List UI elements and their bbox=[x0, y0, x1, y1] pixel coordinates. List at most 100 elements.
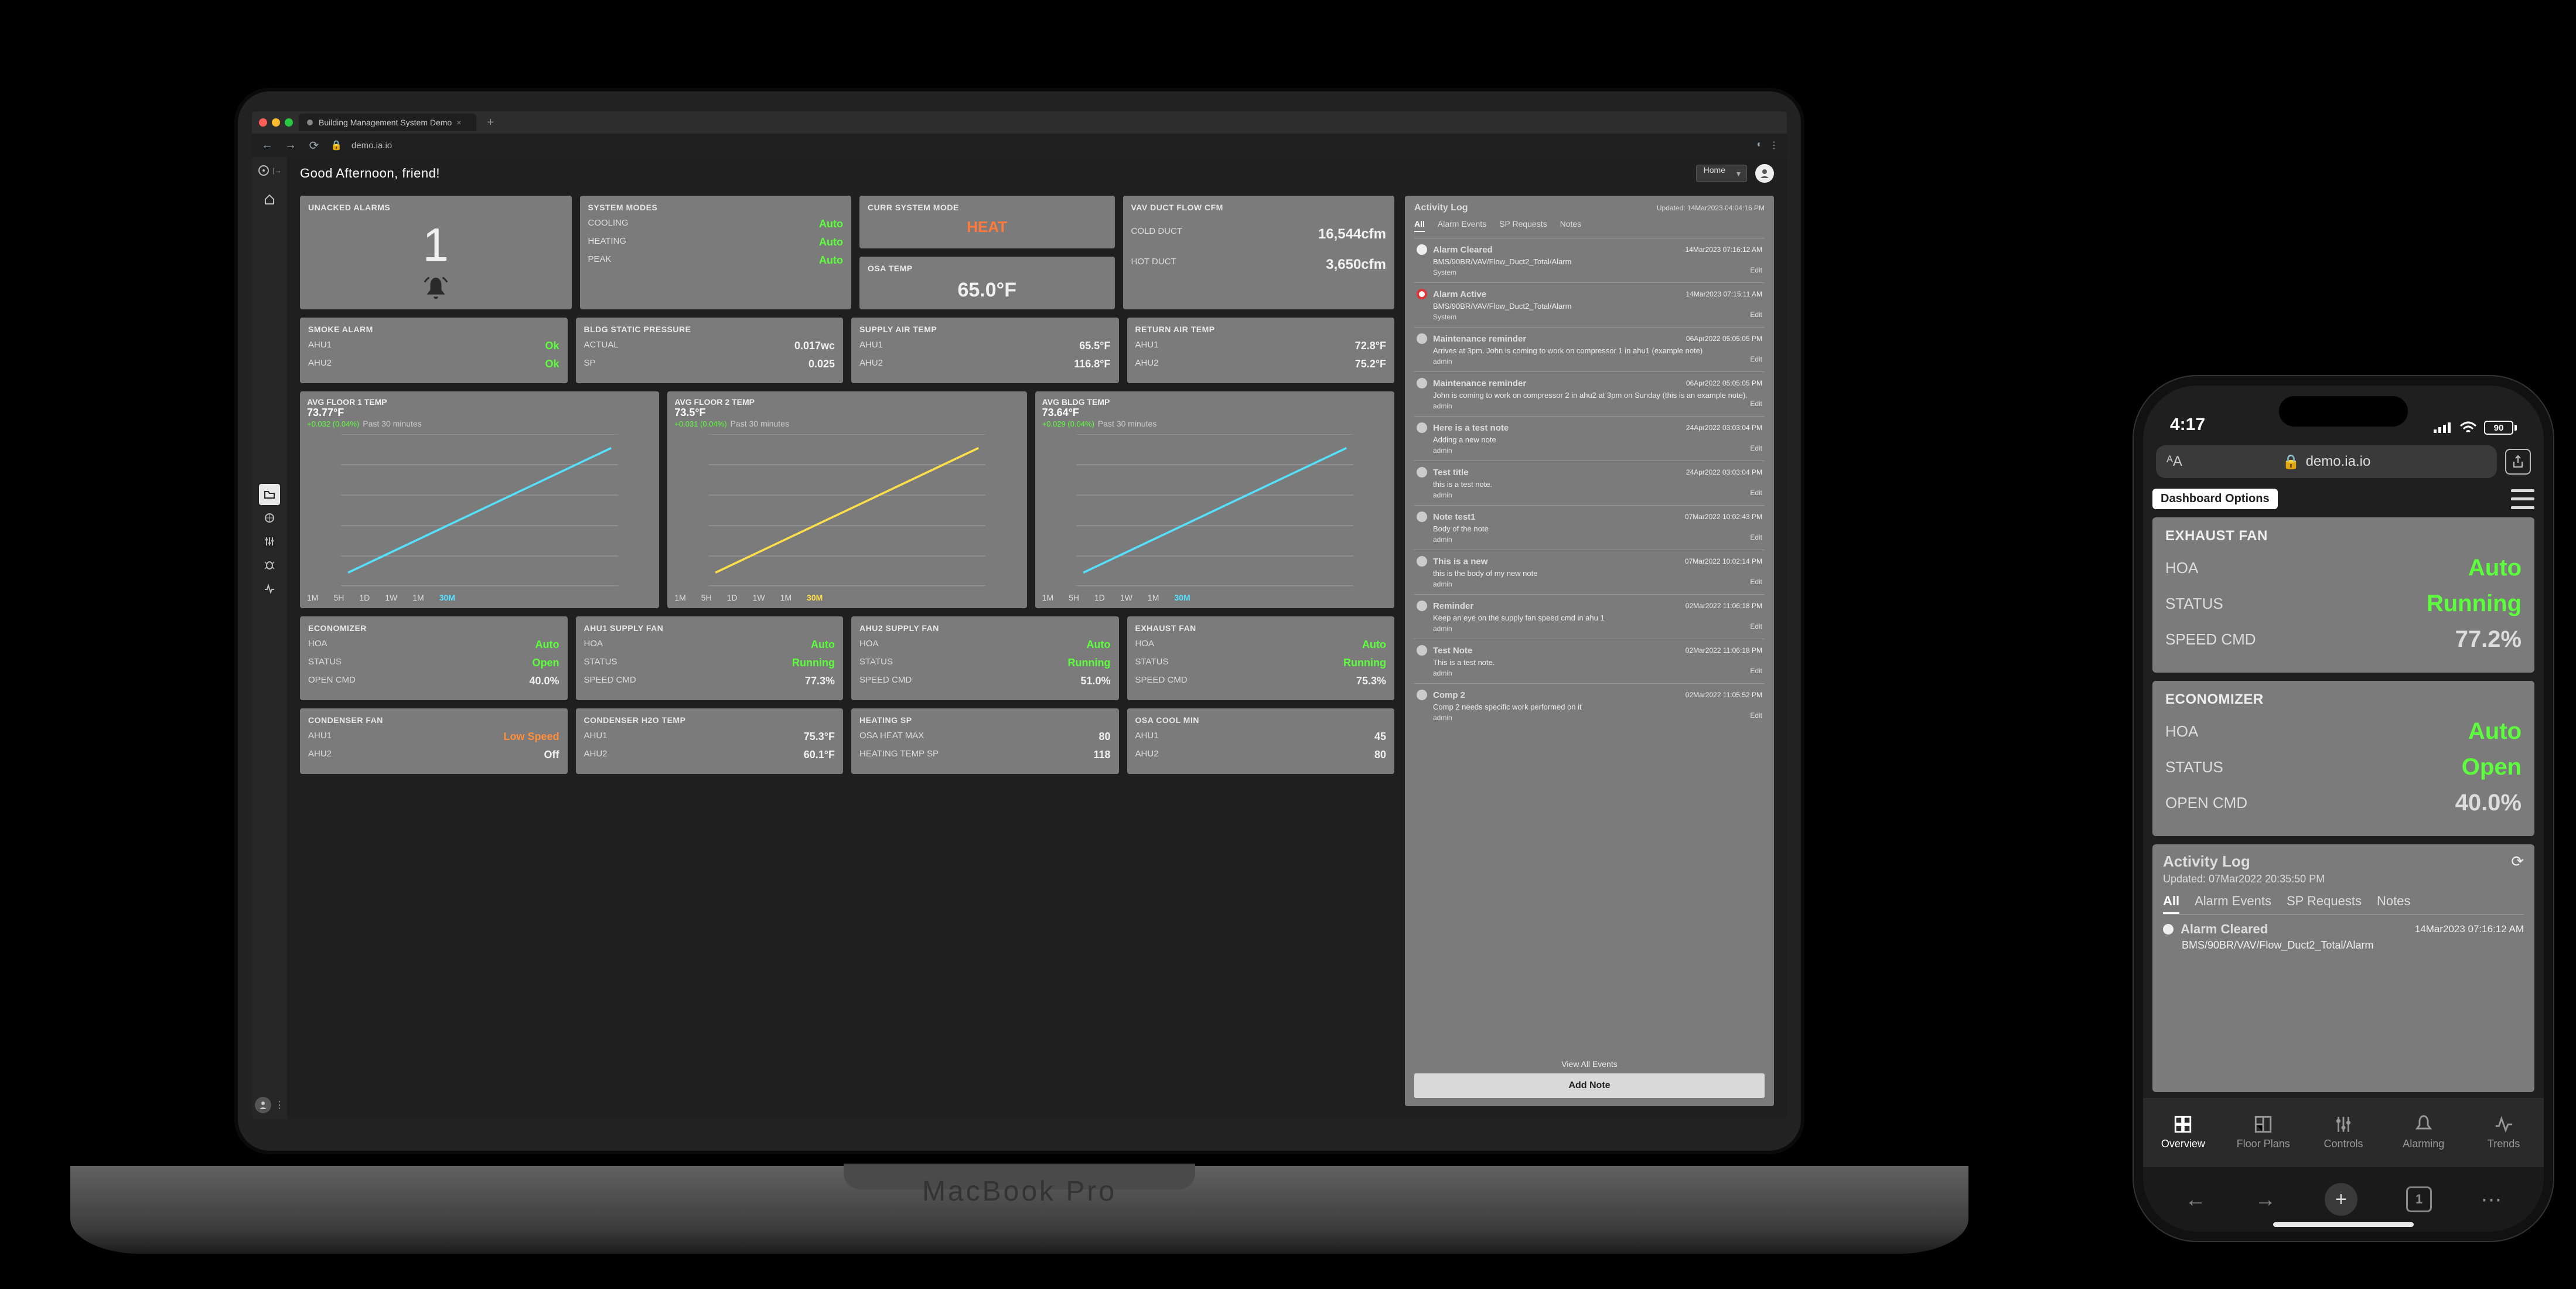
edit-link[interactable]: Edit bbox=[1750, 578, 1762, 588]
activity-event-row[interactable]: Note test1 07Mar2022 10:02:43 PM Body of… bbox=[1414, 505, 1765, 550]
browser-tab[interactable]: Building Management System Demo × bbox=[299, 114, 476, 131]
time-range-tab[interactable]: 1M bbox=[674, 593, 685, 602]
time-range-tab[interactable]: 5H bbox=[1069, 593, 1079, 602]
edit-link[interactable]: Edit bbox=[1750, 311, 1762, 321]
safari-tabs-button[interactable]: 1 bbox=[2406, 1186, 2432, 1212]
rail-activity-icon[interactable] bbox=[259, 578, 280, 599]
edit-link[interactable]: Edit bbox=[1750, 711, 1762, 722]
mobile-card-economizer[interactable]: ECONOMIZER HOAAutoSTATUSOpenOPEN CMD40.0… bbox=[2152, 681, 2534, 836]
chart-card[interactable]: AVG FLOOR 1 TEMP 73.77°F +0.032 (0.04%)P… bbox=[300, 391, 659, 608]
user-menu-icon[interactable]: ⋮ bbox=[275, 1099, 284, 1111]
url-display[interactable]: demo.ia.io bbox=[352, 141, 1747, 151]
activity-event-row[interactable]: Maintenance reminder 06Apr2022 05:05:05 … bbox=[1414, 327, 1765, 371]
nav-back-icon[interactable]: ← bbox=[260, 139, 274, 152]
text-size-icon[interactable]: ᴬA bbox=[2166, 453, 2182, 470]
time-range-tab[interactable]: 1M bbox=[412, 593, 424, 602]
header-avatar-icon[interactable] bbox=[1755, 164, 1774, 183]
time-range-tab[interactable]: 1W bbox=[385, 593, 397, 602]
activity-event-row[interactable]: Reminder 02Mar2022 11:06:18 PM Keep an e… bbox=[1414, 594, 1765, 639]
time-range-tab[interactable]: 30M bbox=[807, 593, 823, 602]
edit-link[interactable]: Edit bbox=[1750, 533, 1762, 544]
time-range-tab[interactable]: 30M bbox=[1174, 593, 1190, 602]
card-ahu2-supply[interactable]: AHU2 SUPPLY FANHOAAutoSTATUSRunningSPEED… bbox=[851, 616, 1119, 700]
mobile-activity-tab[interactable]: SP Requests bbox=[2287, 894, 2362, 914]
dashboard-options-chip[interactable]: Dashboard Options bbox=[2152, 489, 2278, 509]
target-icon[interactable] bbox=[257, 164, 270, 177]
activity-tab[interactable]: Notes bbox=[1560, 219, 1582, 232]
rail-folder-icon[interactable] bbox=[259, 484, 280, 505]
edit-link[interactable]: Edit bbox=[1750, 622, 1762, 633]
time-range-tab[interactable]: 1M bbox=[307, 593, 318, 602]
card-heating-sp[interactable]: HEATING SPOSA HEAT MAX80HEATING TEMP SP1… bbox=[851, 708, 1119, 774]
time-range-tab[interactable]: 1D bbox=[359, 593, 370, 602]
nav-trends[interactable]: Trends bbox=[2464, 1097, 2544, 1167]
edit-link[interactable]: Edit bbox=[1750, 444, 1762, 455]
activity-event-row[interactable]: Test Note 02Mar2022 11:06:18 PM This is … bbox=[1414, 639, 1765, 683]
rail-globe-icon[interactable] bbox=[259, 507, 280, 528]
nav-controls[interactable]: Controls bbox=[2304, 1097, 2384, 1167]
safari-new-tab-button[interactable]: + bbox=[2325, 1183, 2357, 1216]
share-icon[interactable] bbox=[2505, 449, 2531, 475]
chart-card[interactable]: AVG BLDG TEMP 73.64°F +0.029 (0.04%)Past… bbox=[1035, 391, 1394, 608]
mobile-event-row[interactable]: Alarm Cleared 14Mar2023 07:16:12 AM BMS/… bbox=[2163, 914, 2524, 955]
activity-event-row[interactable]: Alarm Active 14Mar2023 07:15:11 AM BMS/9… bbox=[1414, 282, 1765, 327]
activity-event-row[interactable]: Test title 24Apr2022 03:03:04 PM this is… bbox=[1414, 461, 1765, 505]
new-tab-button[interactable]: + bbox=[482, 116, 499, 129]
card-economizer[interactable]: ECONOMIZERHOAAutoSTATUSOpenOPEN CMD40.0% bbox=[300, 616, 568, 700]
activity-event-row[interactable]: Maintenance reminder 06Apr2022 05:05:05 … bbox=[1414, 371, 1765, 416]
time-range-tab[interactable]: 1M bbox=[1042, 593, 1053, 602]
close-tab-icon[interactable]: × bbox=[456, 118, 461, 127]
mobile-activity-tab[interactable]: All bbox=[2163, 894, 2179, 914]
time-range-tab[interactable]: 30M bbox=[439, 593, 455, 602]
nav-overview[interactable]: Overview bbox=[2143, 1097, 2223, 1167]
time-range-tab[interactable]: 1W bbox=[753, 593, 765, 602]
card-system-modes[interactable]: SYSTEM MODES COOLINGAutoHEATINGAutoPEAKA… bbox=[580, 196, 852, 309]
activity-tab[interactable]: Alarm Events bbox=[1438, 219, 1486, 232]
minimize-window-icon[interactable] bbox=[272, 118, 280, 127]
close-window-icon[interactable] bbox=[259, 118, 267, 127]
view-all-events-link[interactable]: View All Events bbox=[1414, 1055, 1765, 1073]
time-range-tab[interactable]: 1W bbox=[1120, 593, 1132, 602]
card-bldg-static[interactable]: BLDG STATIC PRESSUREACTUAL0.017wcSP0.025 bbox=[576, 318, 844, 383]
card-supply-air[interactable]: SUPPLY AIR TEMPAHU165.5°FAHU2116.8°F bbox=[851, 318, 1119, 383]
safari-forward-icon[interactable]: → bbox=[2255, 1187, 2276, 1212]
card-return-air[interactable]: RETURN AIR TEMPAHU172.8°FAHU275.2°F bbox=[1127, 318, 1395, 383]
rail-sliders-icon[interactable] bbox=[259, 531, 280, 552]
add-note-button[interactable]: Add Note bbox=[1414, 1073, 1765, 1098]
user-avatar-icon[interactable] bbox=[255, 1097, 271, 1113]
safari-menu-icon[interactable]: ⋯ bbox=[2481, 1187, 2502, 1212]
safari-back-icon[interactable]: ← bbox=[2185, 1187, 2206, 1212]
edit-link[interactable]: Edit bbox=[1750, 667, 1762, 677]
rail-home-icon[interactable] bbox=[259, 189, 280, 210]
edit-link[interactable]: Edit bbox=[1750, 489, 1762, 499]
rail-expand-icon[interactable]: |→ bbox=[272, 166, 281, 175]
mobile-activity-tab[interactable]: Notes bbox=[2377, 894, 2410, 914]
activity-event-row[interactable]: Alarm Cleared 14Mar2023 07:16:12 AM BMS/… bbox=[1414, 238, 1765, 282]
browser-menu-icon[interactable]: ⋮ bbox=[1769, 139, 1779, 151]
safari-url-field[interactable]: ᴬA 🔒 demo.ia.io bbox=[2156, 445, 2497, 478]
time-range-tab[interactable]: 1D bbox=[727, 593, 738, 602]
edit-link[interactable]: Edit bbox=[1750, 355, 1762, 366]
time-range-tab[interactable]: 1M bbox=[1148, 593, 1159, 602]
activity-events[interactable]: Alarm Cleared 14Mar2023 07:16:12 AM BMS/… bbox=[1414, 238, 1765, 1055]
extension-icon[interactable]: ◐ bbox=[1756, 139, 1762, 151]
card-osa-cool-min[interactable]: OSA COOL MINAHU145AHU280 bbox=[1127, 708, 1395, 774]
edit-link[interactable]: Edit bbox=[1750, 266, 1762, 277]
rail-bug-icon[interactable] bbox=[259, 554, 280, 575]
time-range-tab[interactable]: 5H bbox=[333, 593, 344, 602]
card-osa-temp[interactable]: OSA TEMP 65.0°F bbox=[859, 257, 1115, 309]
nav-floor plans[interactable]: Floor Plans bbox=[2223, 1097, 2304, 1167]
card-smoke-alarm[interactable]: SMOKE ALARMAHU1OkAHU2Ok bbox=[300, 318, 568, 383]
card-unacked-alarms[interactable]: UNACKED ALARMS 1 bbox=[300, 196, 572, 309]
activity-event-row[interactable]: Here is a test note 24Apr2022 03:03:04 P… bbox=[1414, 416, 1765, 461]
card-exhaust-fan[interactable]: EXHAUST FANHOAAutoSTATUSRunningSPEED CMD… bbox=[1127, 616, 1395, 700]
activity-event-row[interactable]: This is a new 07Mar2022 10:02:14 PM this… bbox=[1414, 550, 1765, 594]
maximize-window-icon[interactable] bbox=[285, 118, 293, 127]
time-range-tab[interactable]: 1D bbox=[1094, 593, 1105, 602]
home-indicator[interactable] bbox=[2273, 1222, 2414, 1227]
nav-reload-icon[interactable]: ⟳ bbox=[307, 138, 321, 153]
card-condenser-fan[interactable]: CONDENSER FANAHU1Low SpeedAHU2Off bbox=[300, 708, 568, 774]
card-condenser-h2o[interactable]: CONDENSER H2O TEMPAHU175.3°FAHU260.1°F bbox=[576, 708, 844, 774]
activity-event-row[interactable]: Comp 2 02Mar2022 11:05:52 PM Comp 2 need… bbox=[1414, 683, 1765, 728]
activity-tab[interactable]: SP Requests bbox=[1499, 219, 1547, 232]
